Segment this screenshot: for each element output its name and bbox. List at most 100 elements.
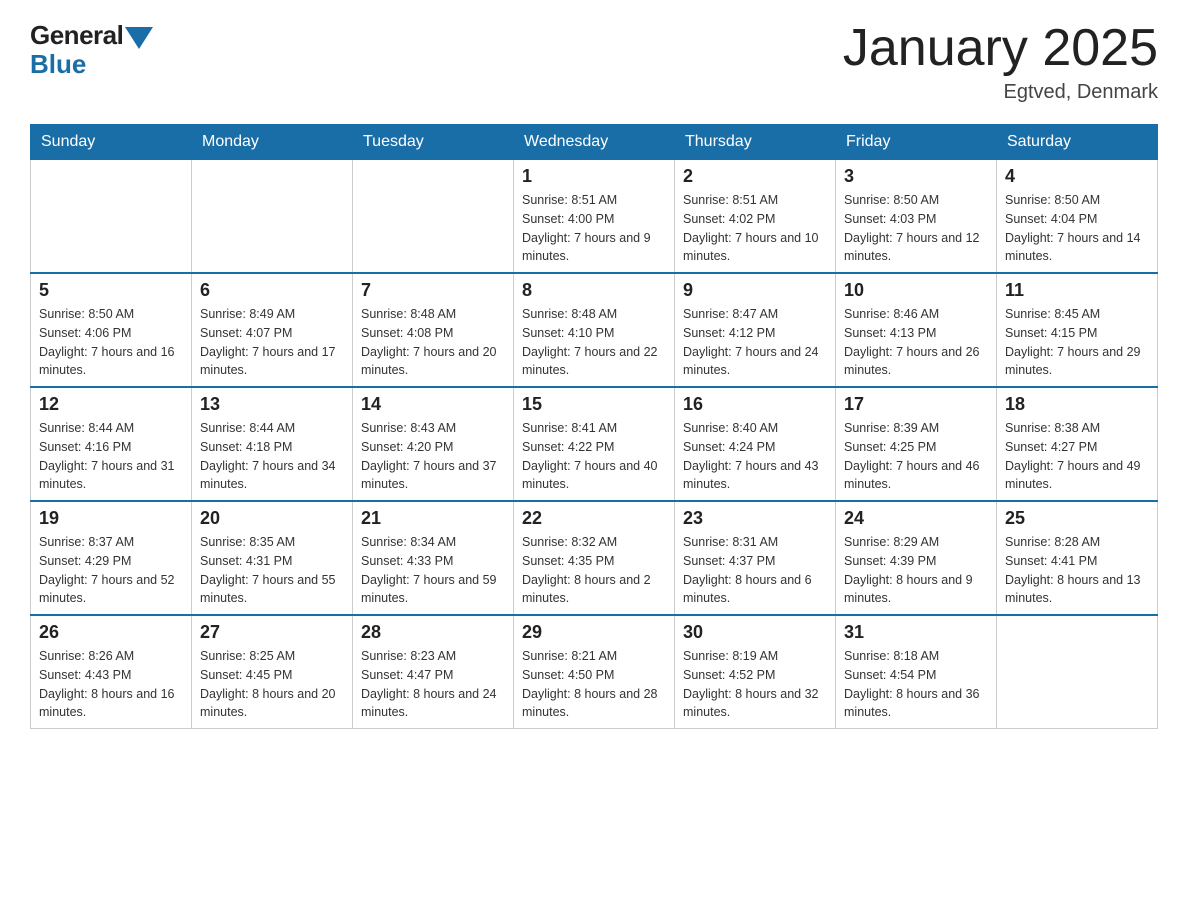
logo-general-text: General — [30, 20, 123, 51]
sunset-text: Sunset: 4:16 PM — [39, 440, 131, 454]
calendar-week-row: 12 Sunrise: 8:44 AM Sunset: 4:16 PM Dayligh… — [31, 387, 1158, 501]
day-number: 12 — [39, 394, 183, 415]
table-row: 9Sunrise: 8:47 AMSunset: 4:12 PMDaylight… — [675, 273, 836, 387]
sunset-text: Sunset: 4:18 PM — [200, 440, 292, 454]
header-tuesday: Tuesday — [353, 125, 514, 160]
daylight-text: Daylight: 8 hours and 20 minutes. — [200, 687, 336, 720]
sunrise-text: Sunrise: 8:34 AM — [361, 535, 456, 549]
day-number: 9 — [683, 280, 827, 301]
sunset-text: Sunset: 4:41 PM — [1005, 554, 1097, 568]
sunset-text: Sunset: 4:20 PM — [361, 440, 453, 454]
table-row: 23Sunrise: 8:31 AMSunset: 4:37 PMDayligh… — [675, 501, 836, 615]
day-number: 1 — [522, 166, 666, 187]
sunrise-text: Sunrise: 8:38 AM — [1005, 421, 1100, 435]
table-row: 11Sunrise: 8:45 AMSunset: 4:15 PMDayligh… — [997, 273, 1158, 387]
daylight-text: Daylight: 7 hours and 37 minutes. — [361, 459, 497, 492]
day-number: 14 — [361, 394, 505, 415]
table-row: 6Sunrise: 8:49 AMSunset: 4:07 PMDaylight… — [192, 273, 353, 387]
table-row: 18Sunrise: 8:38 AMSunset: 4:27 PMDayligh… — [997, 387, 1158, 501]
day-number: 13 — [200, 394, 344, 415]
day-number: 29 — [522, 622, 666, 643]
table-row: 26Sunrise: 8:26 AMSunset: 4:43 PMDayligh… — [31, 615, 192, 729]
sunset-text: Sunset: 4:47 PM — [361, 668, 453, 682]
day-number: 16 — [683, 394, 827, 415]
header-monday: Monday — [192, 125, 353, 160]
day-info: Sunrise: 8:46 AMSunset: 4:13 PMDaylight:… — [844, 305, 988, 380]
sunset-text: Sunset: 4:06 PM — [39, 326, 131, 340]
daylight-text: Daylight: 7 hours and 34 minutes. — [200, 459, 336, 492]
table-row: 12Sunrise: 8:44 AMSunset: 4:16 PMDayligh… — [31, 387, 192, 501]
day-info: Sunrise: 8:50 AMSunset: 4:06 PMDaylight:… — [39, 305, 183, 380]
daylight-text: Daylight: 8 hours and 36 minutes. — [844, 687, 980, 720]
sunrise-text: Sunrise: 8:45 AM — [1005, 307, 1100, 321]
sunrise-text: Sunrise: 8:48 AM — [361, 307, 456, 321]
daylight-text: Daylight: 8 hours and 16 minutes. — [39, 687, 175, 720]
day-number: 22 — [522, 508, 666, 529]
day-info: Sunrise: 8:39 AM Sunset: 4:25 PM Daylight:… — [844, 419, 988, 494]
day-number: 2 — [683, 166, 827, 187]
daylight-text: Daylight: 8 hours and 9 minutes. — [844, 573, 973, 606]
day-info: Sunrise: 8:48 AMSunset: 4:08 PMDaylight:… — [361, 305, 505, 380]
sunrise-text: Sunrise: 8:46 AM — [844, 307, 939, 321]
day-info: Sunrise: 8:44 AMSunset: 4:16 PMDaylight:… — [39, 419, 183, 494]
day-info: Sunrise: 8:35 AMSunset: 4:31 PMDaylight:… — [200, 533, 344, 608]
day-number: 20 — [200, 508, 344, 529]
sunset-text: Sunset: 4:50 PM — [522, 668, 614, 682]
sunset-text: Sunset: 4:27 PM — [1005, 440, 1097, 454]
day-info: Sunrise: 8:25 AMSunset: 4:45 PMDaylight:… — [200, 647, 344, 722]
sunrise-text: Sunrise: 8:26 AM — [39, 649, 134, 663]
day-number: 11 — [1005, 280, 1149, 301]
table-row: 7Sunrise: 8:48 AMSunset: 4:08 PMDaylight… — [353, 273, 514, 387]
table-row: 22Sunrise: 8:32 AMSunset: 4:35 PMDayligh… — [514, 501, 675, 615]
daylight-text: Daylight: 7 hours and 43 minutes. — [683, 459, 819, 492]
daylight-text: Daylight: 7 hours and 46 minutes. — [844, 459, 980, 492]
sunset-text: Sunset: 4:04 PM — [1005, 212, 1097, 226]
sunset-text: Sunset: 4:03 PM — [844, 212, 936, 226]
calendar-subtitle: Egtved, Denmark — [843, 81, 1158, 104]
day-number: 24 — [844, 508, 988, 529]
day-info: Sunrise: 8:44 AMSunset: 4:18 PMDaylight:… — [200, 419, 344, 494]
day-info: Sunrise: 8:26 AMSunset: 4:43 PMDaylight:… — [39, 647, 183, 722]
day-number: 7 — [361, 280, 505, 301]
day-info: Sunrise: 8:19 AMSunset: 4:52 PMDaylight:… — [683, 647, 827, 722]
day-info: Sunrise: 8:18 AMSunset: 4:54 PMDaylight:… — [844, 647, 988, 722]
sunrise-text: Sunrise: 8:32 AM — [522, 535, 617, 549]
sunrise-text: Sunrise: 8:21 AM — [522, 649, 617, 663]
sunset-text: Sunset: 4:35 PM — [522, 554, 614, 568]
header-friday: Friday — [836, 125, 997, 160]
sunrise-text: Sunrise: 8:18 AM — [844, 649, 939, 663]
day-info: Sunrise: 8:50 AMSunset: 4:03 PMDaylight:… — [844, 191, 988, 266]
day-number: 6 — [200, 280, 344, 301]
day-number: 8 — [522, 280, 666, 301]
day-number: 31 — [844, 622, 988, 643]
table-row: 28Sunrise: 8:23 AMSunset: 4:47 PMDayligh… — [353, 615, 514, 729]
sunset-text: Sunset: 4:02 PM — [683, 212, 775, 226]
day-info: Sunrise: 8:29 AMSunset: 4:39 PMDaylight:… — [844, 533, 988, 608]
day-info: Sunrise: 8:51 AMSunset: 4:00 PMDaylight:… — [522, 191, 666, 266]
daylight-text: Daylight: 8 hours and 32 minutes. — [683, 687, 819, 720]
daylight-text: Daylight: 7 hours and 24 minutes. — [683, 345, 819, 378]
table-row: 14Sunrise: 8:43 AMSunset: 4:20 PMDayligh… — [353, 387, 514, 501]
table-row: 16Sunrise: 8:40 AMSunset: 4:24 PMDayligh… — [675, 387, 836, 501]
sunset-text: Sunset: 4:24 PM — [683, 440, 775, 454]
sunset-text: Sunset: 4:08 PM — [361, 326, 453, 340]
day-info: Sunrise: 8:41 AMSunset: 4:22 PMDaylight:… — [522, 419, 666, 494]
sunrise-text: Sunrise: 8:39 AM — [844, 421, 939, 435]
table-row: 20 Sunrise: 8:35 AMSunset: 4:31 PMDayligh… — [192, 501, 353, 615]
day-number: 5 — [39, 280, 183, 301]
sunrise-text: Sunrise: 8:37 AM — [39, 535, 134, 549]
table-row: 25Sunrise: 8:28 AMSunset: 4:41 PMDayligh… — [997, 501, 1158, 615]
daylight-text: Daylight: 7 hours and 40 minutes. — [522, 459, 658, 492]
daylight-text: Daylight: 8 hours and 24 minutes. — [361, 687, 497, 720]
sunset-text: Sunset: 4:45 PM — [200, 668, 292, 682]
day-number: 4 — [1005, 166, 1149, 187]
sunset-text: Sunset: 4:33 PM — [361, 554, 453, 568]
sunset-text: Sunset: 4:39 PM — [844, 554, 936, 568]
header-sunday: Sunday — [31, 125, 192, 160]
sunrise-text: Sunrise: 8:44 AM — [39, 421, 134, 435]
sunset-text: Sunset: 4:25 PM — [844, 440, 936, 454]
calendar-week-row: 1 Sunrise: 8:51 AMSunset: 4:00 PMDaylight… — [31, 160, 1158, 274]
daylight-text: Daylight: 7 hours and 29 minutes. — [1005, 345, 1141, 378]
sunset-text: Sunset: 4:52 PM — [683, 668, 775, 682]
daylight-text: Daylight: 7 hours and 10 minutes. — [683, 231, 819, 264]
